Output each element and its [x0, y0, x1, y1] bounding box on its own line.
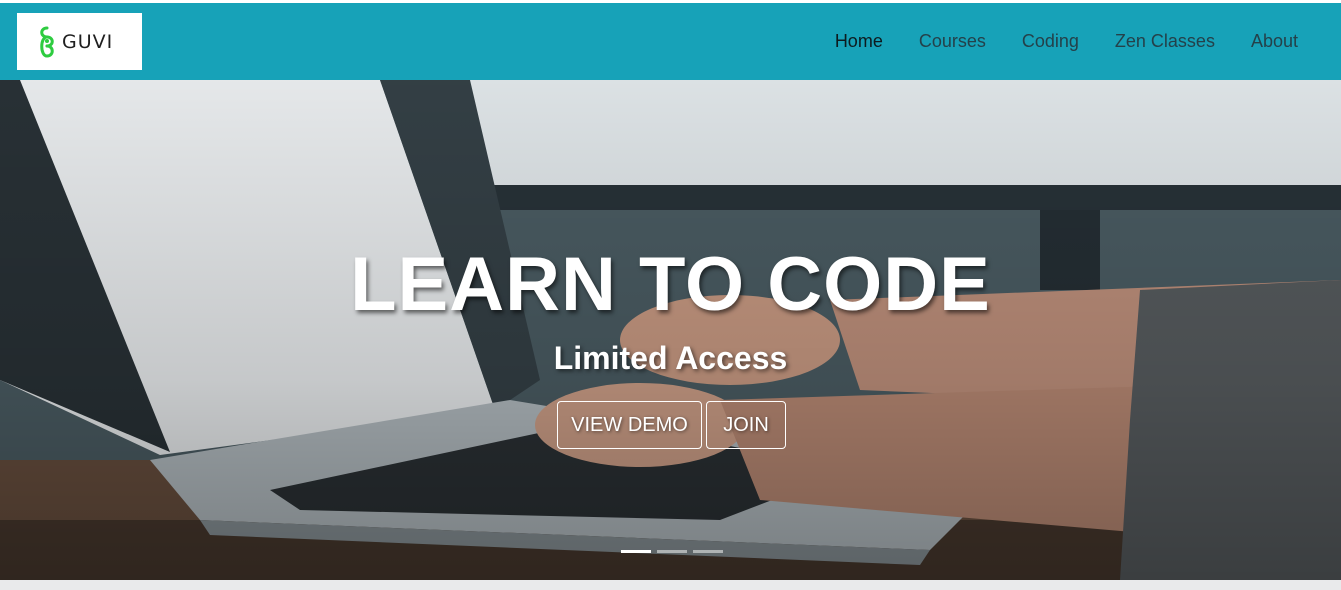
hero-subtitle: Limited Access — [553, 340, 788, 376]
hero-title: LEARN TO CODE — [350, 242, 991, 327]
carousel-indicator-3[interactable] — [693, 550, 723, 553]
brand-name: GUVI — [62, 30, 114, 53]
nav-about[interactable]: About — [1233, 31, 1341, 52]
hero-overlay — [0, 80, 1341, 580]
nav-coding[interactable]: Coding — [1004, 31, 1097, 52]
nav-home[interactable]: Home — [817, 31, 901, 52]
join-button[interactable]: JOIN — [706, 401, 786, 449]
guvi-logo-icon — [40, 26, 54, 58]
nav-zen-classes[interactable]: Zen Classes — [1097, 31, 1233, 52]
nav-courses[interactable]: Courses — [901, 31, 1004, 52]
page-bottom-strip — [0, 580, 1341, 590]
brand-logo-link[interactable]: GUVI — [17, 13, 142, 70]
view-demo-button[interactable]: VIEW DEMO — [557, 401, 702, 449]
main-nav: Home Courses Coding Zen Classes About — [817, 3, 1341, 80]
carousel-indicators — [621, 550, 723, 553]
carousel-indicator-2[interactable] — [657, 550, 687, 553]
hero-carousel: LEARN TO CODE Limited Access VIEW DEMO J… — [0, 80, 1341, 580]
navbar: GUVI Home Courses Coding Zen Classes Abo… — [0, 3, 1341, 80]
carousel-indicator-1[interactable] — [621, 550, 651, 553]
